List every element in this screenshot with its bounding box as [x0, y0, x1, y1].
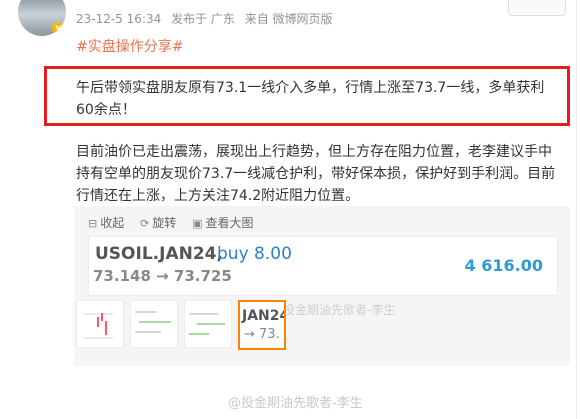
quote-symbol: USOIL.JAN24, [95, 244, 223, 264]
image-icon: ▣ [192, 217, 203, 230]
footer-watermark: @投金期油先歌者-李生 [228, 396, 363, 411]
post-source: 来自 微博网页版 [244, 12, 333, 26]
divider [576, 0, 577, 419]
view-large-button[interactable]: ▣ 查看大图 [192, 214, 253, 231]
media-panel: ⊟ 收起 ⟳ 旋转 ▣ 查看大图 USOIL.JAN24, buy 8.00 73.1… [74, 206, 570, 366]
quote-pnl: 4 616.00 [464, 256, 543, 275]
verified-badge-icon: v [52, 22, 64, 34]
follow-button[interactable] [508, 0, 566, 16]
chart-thumbnail[interactable] [76, 300, 124, 348]
chat-thumbnail-1[interactable] [130, 300, 178, 348]
avatar[interactable]: v [18, 0, 66, 36]
quote-side: buy 8.00 [217, 244, 292, 264]
chat-thumbnail-2[interactable] [184, 300, 232, 348]
collapse-icon: ⊟ [88, 217, 98, 230]
post-meta: 23-12-5 16:34 发布于 广东 来自 微博网页版 [76, 10, 339, 27]
quote-thumbnail[interactable]: JAN24, → 73. [238, 300, 286, 350]
collapse-button[interactable]: ⊟ 收起 [88, 214, 124, 231]
post-timestamp[interactable]: 23-12-5 16:34 [76, 12, 161, 26]
thumb-arrow: → 73. [244, 327, 280, 342]
rotate-icon: ⟳ [140, 217, 150, 230]
collapse-label: 收起 [100, 216, 125, 230]
post-paragraph-1: 午后带领实盘朋友原有73.1一线介入多单，行情上涨至73.7一线，多单获利60余… [76, 80, 545, 118]
rotate-button[interactable]: ⟳ 旋转 [140, 214, 176, 231]
media-toolbar: ⊟ 收起 ⟳ 旋转 ▣ 查看大图 [88, 214, 266, 231]
thumb-symbol: JAN24, [242, 308, 284, 324]
rotate-label: 旋转 [152, 216, 177, 230]
topic-link[interactable]: #实盘操作分享# [76, 36, 183, 56]
author-name[interactable] [76, 0, 136, 4]
image-watermark: @投金期油先歌者-李生 [271, 303, 396, 317]
view-large-label: 查看大图 [205, 216, 254, 230]
quote-prices: 73.148 → 73.725 [93, 267, 232, 285]
post-location: 发布于 广东 [171, 12, 235, 26]
post-paragraph-2: 目前油价已走出震荡，展现出上行趋势，但上方存在阻力位置，老李建议手中持有空单的朋… [76, 144, 556, 204]
quote-image[interactable]: USOIL.JAN24, buy 8.00 73.148 → 73.725 4 … [88, 236, 558, 317]
